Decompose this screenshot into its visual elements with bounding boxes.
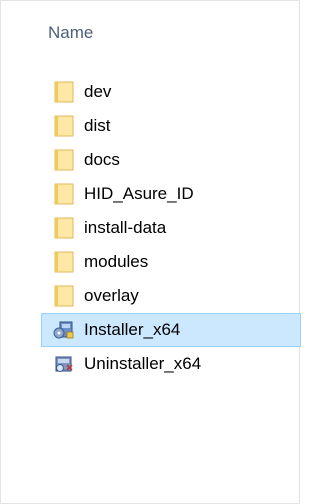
file-list: dev dist docs HID_Asure_ID install-data … [41,75,301,381]
list-item-overlay[interactable]: overlay [41,279,301,313]
list-item-label: HID_Asure_ID [84,184,194,203]
list-item-label: Installer_x64 [84,320,181,339]
folder-icon [54,115,74,137]
list-item-label: modules [84,252,149,271]
list-item-dist[interactable]: dist [41,109,301,143]
list-item-label: install-data [84,218,167,237]
folder-icon [54,251,74,273]
column-header-name[interactable]: Name [48,23,93,43]
list-item-label: Uninstaller_x64 [84,354,202,373]
folder-icon [54,81,74,103]
list-item-installer-x64[interactable]: Installer_x64 [41,313,301,347]
list-item-uninstaller-x64[interactable]: Uninstaller_x64 [41,347,301,381]
list-item-label: dist [84,116,111,135]
file-list-pane: Name dev dist docs HID_Asure_ID install-… [0,0,301,504]
list-item-modules[interactable]: modules [41,245,301,279]
list-item-label: dev [84,82,112,101]
folder-icon [54,217,74,239]
list-item-hid-asure-id[interactable]: HID_Asure_ID [41,177,301,211]
list-item-label: docs [84,150,120,169]
folder-icon [54,183,74,205]
folder-icon [54,285,74,307]
list-item-install-data[interactable]: install-data [41,211,301,245]
list-item-dev[interactable]: dev [41,75,301,109]
uninstaller-icon [55,356,73,372]
list-item-label: overlay [84,286,139,305]
installer-icon [53,321,74,339]
folder-icon [54,149,74,171]
list-item-docs[interactable]: docs [41,143,301,177]
